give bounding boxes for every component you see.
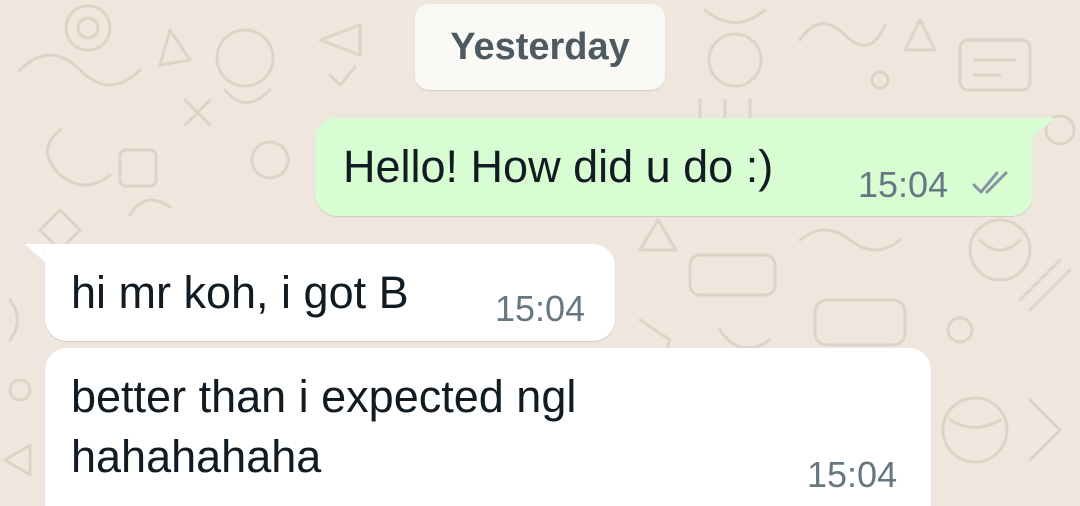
message-bubble-incoming[interactable]: better than i expected ngl hahahahaha 15… (45, 348, 931, 506)
message-timestamp: 15:04 (495, 288, 586, 329)
message-text-line: better than i expected ngl (71, 371, 577, 422)
message-text-line: hahahahaha (71, 431, 322, 482)
message-bubble-outgoing[interactable]: Hello! How did u do :) 15:04 (315, 118, 1033, 216)
bubble-tail-outgoing (1031, 118, 1055, 138)
bubble-tail-incoming (25, 244, 47, 264)
message-text: Hello! How did u do :) (343, 141, 774, 192)
message-timestamp: 15:04 (858, 164, 949, 205)
date-separator: Yesterday (415, 4, 665, 90)
message-timestamp: 15:04 (807, 454, 898, 495)
message-bubble-incoming[interactable]: hi mr koh, i got B 15:04 (45, 244, 615, 341)
double-check-icon (972, 171, 1008, 194)
message-text: hi mr koh, i got B (71, 267, 409, 318)
